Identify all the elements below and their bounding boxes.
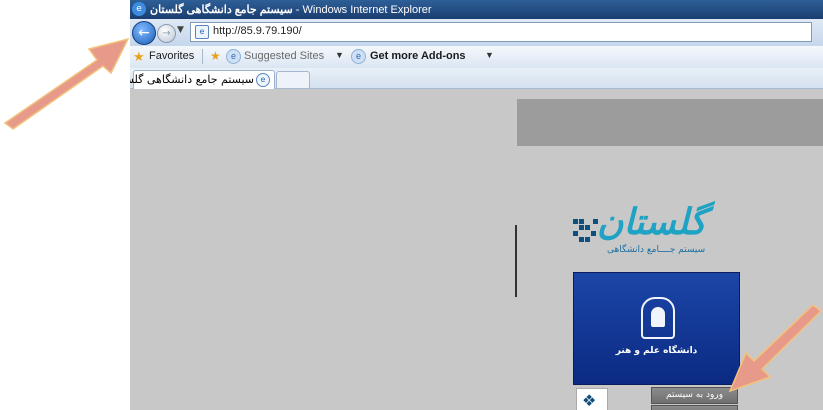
history-dropdown-icon[interactable]: ▼ (177, 25, 184, 35)
favorites-bar: ★ Favorites ★ e Suggested Sites ▼ e Get … (130, 46, 823, 69)
university-label: دانشگاه علم و هنر (615, 346, 698, 356)
divider (515, 225, 517, 297)
header-banner (517, 99, 823, 146)
secondary-button[interactable] (651, 405, 738, 410)
page-content: گلستان سیستم جــــامع دانشگاهی دانشگاه ع… (130, 89, 823, 410)
tab-bar: سیستم جامع دانشگاهی گلستان e (130, 68, 823, 89)
forward-arrow-icon[interactable]: → (157, 24, 176, 43)
tab-page-icon: e (256, 73, 270, 87)
university-logo-box: دانشگاه علم و هنر (573, 272, 740, 385)
chevron-down-icon[interactable]: ▼ (335, 50, 344, 60)
page-icon: e (195, 25, 209, 39)
browser-window: e سیستم جامع دانشگاهی گلستان - Windows I… (130, 0, 823, 410)
annotation-arrow-bottom-right (728, 305, 823, 393)
annotation-arrow-top-left (3, 37, 130, 130)
favorites-button[interactable]: Favorites (149, 50, 194, 62)
small-logo-icon: ❖ (576, 388, 608, 410)
ie-page-icon: e (226, 49, 241, 64)
logo-script-icon: گلستان (597, 201, 708, 243)
tab-label: سیستم جامع دانشگاهی گلستان (130, 73, 254, 86)
add-favorite-icon[interactable]: ★ (210, 49, 221, 63)
url-text[interactable]: http://85.9.79.190/ (213, 25, 302, 37)
university-emblem-icon (641, 297, 675, 339)
url-input[interactable]: e http://85.9.79.190/ (190, 22, 812, 42)
logo-subtitle: سیستم جــــامع دانشگاهی (607, 245, 706, 255)
divider (202, 49, 203, 64)
window-title-fa: سیستم جامع دانشگاهی گلستان (150, 4, 293, 16)
tab-golestan[interactable]: سیستم جامع دانشگاهی گلستان e (130, 70, 275, 89)
ie-logo-icon: e (132, 2, 146, 16)
suggested-sites-button[interactable]: Suggested Sites (244, 50, 324, 62)
golestan-logo: گلستان سیستم جــــامع دانشگاهی (573, 201, 708, 263)
window-title-suffix: - Windows Internet Explorer (292, 4, 432, 16)
ie-page-icon: e (351, 49, 366, 64)
new-tab-button[interactable] (276, 71, 310, 88)
title-bar: e سیستم جامع دانشگاهی گلستان - Windows I… (130, 0, 823, 19)
address-bar: ← → ▼ e http://85.9.79.190/ (130, 19, 823, 47)
chevron-down-icon[interactable]: ▼ (485, 50, 494, 60)
get-addons-button[interactable]: Get more Add-ons (370, 50, 466, 62)
window-title: سیستم جامع دانشگاهی گلستان - Windows Int… (150, 3, 432, 16)
